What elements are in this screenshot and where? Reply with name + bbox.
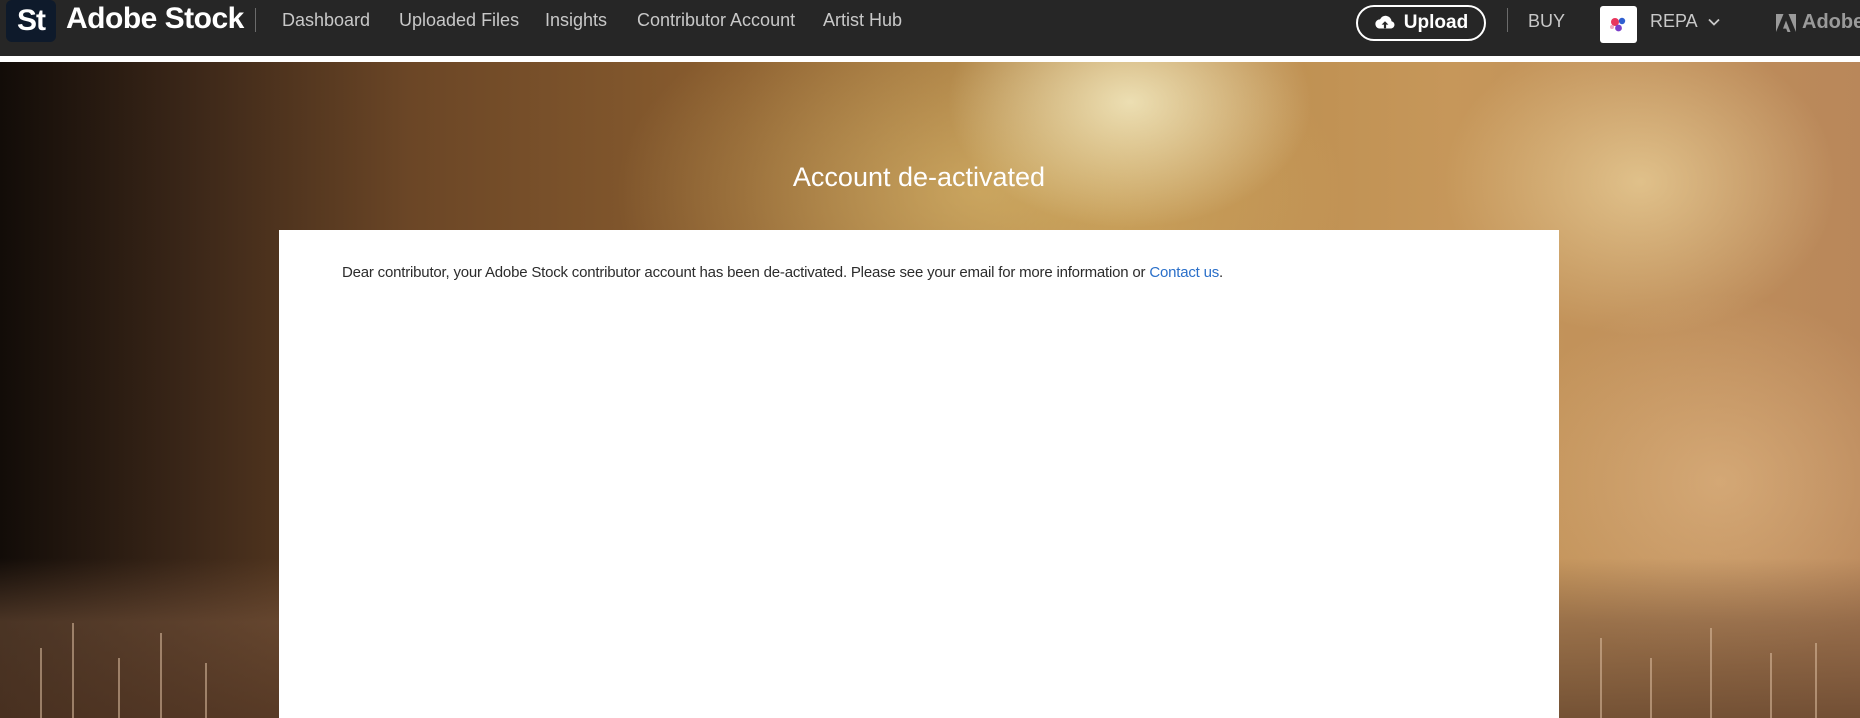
nav-uploaded-files[interactable]: Uploaded Files <box>399 10 519 31</box>
grass-stalk <box>1815 643 1817 718</box>
grass-stalk <box>1710 628 1712 718</box>
grass-stalk <box>160 633 162 718</box>
top-navigation-bar: St Adobe Stock Dashboard Uploaded Files … <box>0 0 1860 56</box>
brand-name[interactable]: Adobe Stock <box>66 2 244 36</box>
hero-background: Account de-activated Dear contributor, y… <box>0 62 1860 718</box>
message-text: Dear contributor, your Adobe Stock contr… <box>342 264 1150 281</box>
nav-dashboard[interactable]: Dashboard <box>282 10 370 31</box>
message-card: Dear contributor, your Adobe Stock contr… <box>279 230 1559 718</box>
adobe-stock-logo[interactable]: St <box>6 0 56 42</box>
grass-stalk <box>1770 653 1772 718</box>
upload-button[interactable]: Upload <box>1356 5 1486 41</box>
avatar-image <box>1610 17 1626 32</box>
adobe-label: Adobe <box>1802 11 1860 33</box>
scrollbar[interactable] <box>1838 62 1860 718</box>
deactivation-message: Dear contributor, your Adobe Stock contr… <box>342 264 1223 281</box>
chevron-down-icon <box>1708 18 1720 26</box>
grass-stalk <box>205 663 207 718</box>
nav-insights[interactable]: Insights <box>545 10 607 31</box>
grass-stalk <box>1600 638 1602 718</box>
nav-artist-hub[interactable]: Artist Hub <box>823 10 902 31</box>
adobe-link[interactable]: Adobe <box>1776 11 1860 34</box>
user-name-label: REPA <box>1650 11 1698 31</box>
contact-us-link[interactable]: Contact us <box>1149 264 1219 281</box>
user-menu[interactable]: REPA <box>1650 11 1720 32</box>
grass-stalk <box>1650 658 1652 718</box>
divider <box>1507 8 1508 32</box>
avatar[interactable] <box>1600 6 1637 43</box>
upload-label: Upload <box>1403 12 1469 33</box>
grass-stalk <box>118 658 120 718</box>
grass-stalk <box>72 623 74 718</box>
grass-stalk <box>40 648 42 718</box>
adobe-logo-icon <box>1776 13 1796 32</box>
nav-contributor-account[interactable]: Contributor Account <box>637 10 795 31</box>
message-end: . <box>1219 264 1223 281</box>
divider <box>255 8 256 32</box>
cloud-upload-icon <box>1375 15 1395 29</box>
buy-link[interactable]: BUY <box>1528 11 1565 32</box>
page-title: Account de-activated <box>792 162 1046 192</box>
